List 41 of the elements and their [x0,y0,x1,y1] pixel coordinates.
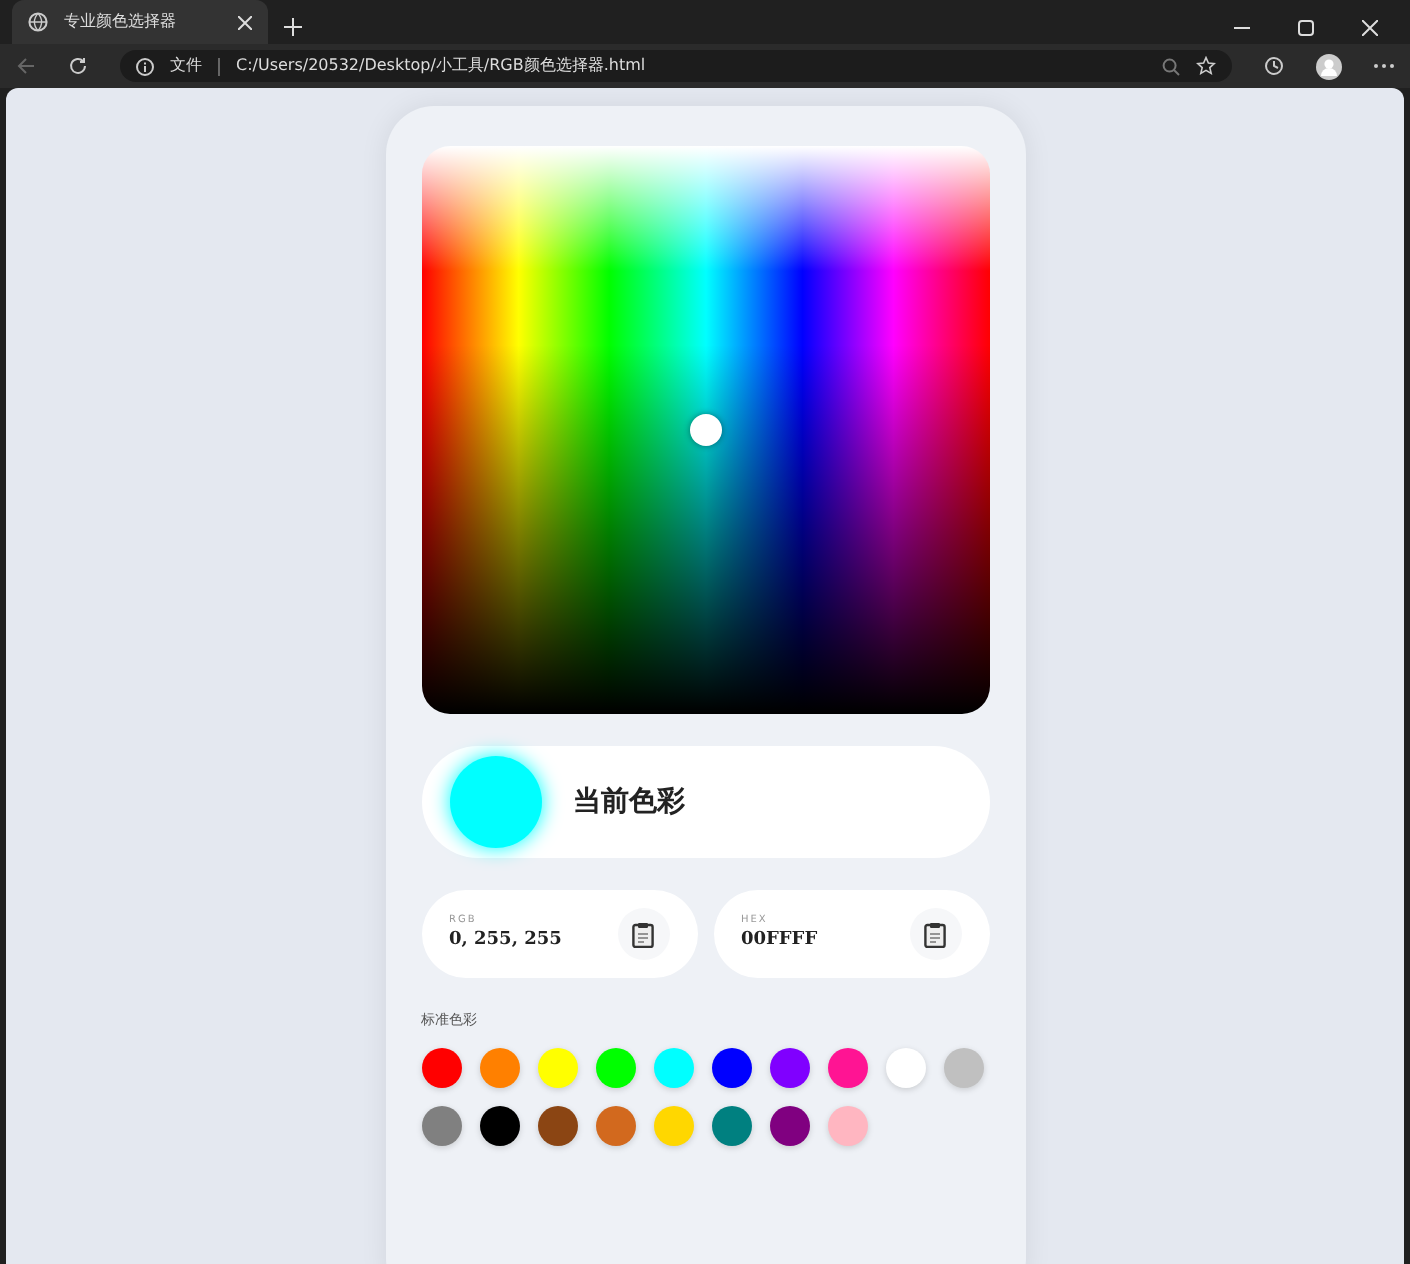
new-tab-icon[interactable] [284,18,302,36]
color-swatch[interactable] [827,1047,867,1087]
color-swatch[interactable] [943,1047,983,1087]
color-swatch[interactable] [653,1047,693,1087]
copy-button[interactable] [909,908,961,960]
current-color-label: 当前色彩 [573,783,685,821]
clipboard-icon [632,921,654,947]
color-swatch[interactable] [595,1105,635,1145]
color-swatch[interactable] [479,1047,519,1087]
back-icon[interactable] [16,56,36,76]
value-text: 00FFFF [741,928,820,954]
url-text[interactable]: C:/Users/20532/Desktop/小工具/RGB颜色选择器.html [236,54,1146,78]
url-label: 文件 [170,54,202,78]
history-icon[interactable] [1264,56,1284,76]
color-plane[interactable] [421,146,989,714]
globe-icon [28,12,48,32]
color-swatch[interactable] [885,1047,925,1087]
color-swatch[interactable] [421,1047,461,1087]
close-icon[interactable] [238,15,252,29]
color-swatch[interactable] [421,1105,461,1145]
color-swatch[interactable] [769,1047,809,1087]
color-swatch[interactable] [595,1047,635,1087]
color-swatch[interactable] [537,1047,577,1087]
color-swatch[interactable] [827,1105,867,1145]
info-icon[interactable] [136,57,154,75]
reload-icon[interactable] [68,56,88,76]
zoom-icon[interactable] [1162,57,1180,75]
color-swatch[interactable] [653,1105,693,1145]
star-icon[interactable] [1196,56,1216,76]
color-swatch[interactable] [711,1105,751,1145]
color-swatch[interactable] [769,1105,809,1145]
value-text: 0, 255, 255 [449,928,564,954]
color-swatch[interactable] [711,1047,751,1087]
maximize-icon[interactable] [1298,20,1314,36]
avatar-icon[interactable] [1316,53,1342,79]
picker-handle[interactable] [689,414,721,446]
color-swatch[interactable] [479,1105,519,1145]
close-window-icon[interactable] [1362,20,1378,36]
color-swatch[interactable] [537,1105,577,1145]
clipboard-icon [924,921,946,947]
copy-button[interactable] [617,908,669,960]
